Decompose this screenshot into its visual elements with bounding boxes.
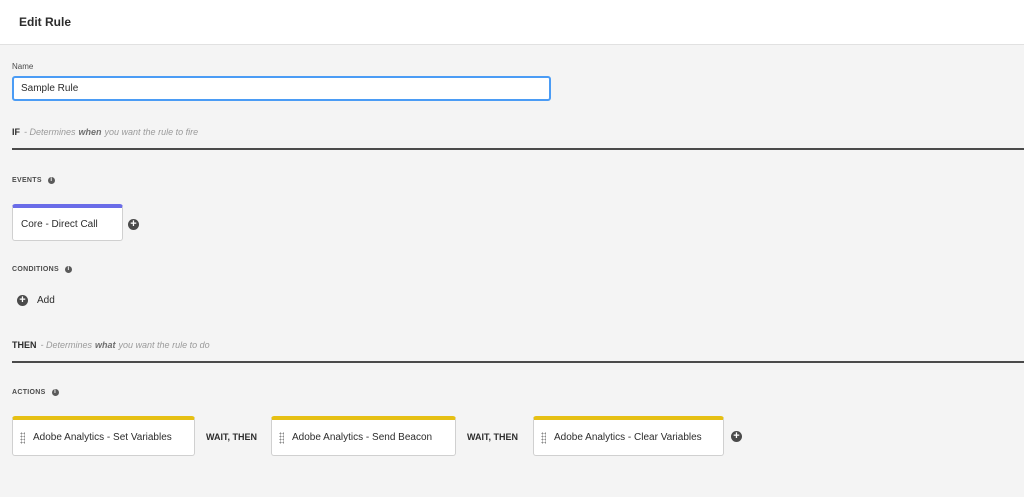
drag-handle-icon[interactable] [279, 431, 284, 444]
then-divider [12, 361, 1024, 363]
events-label: EVENTS i [12, 177, 55, 184]
conditions-label: CONDITIONS i [12, 266, 72, 273]
wait-then-separator: WAIT, THEN [467, 432, 518, 442]
actions-label-text: ACTIONS [12, 389, 46, 396]
action-card-send-beacon[interactable]: Adobe Analytics - Send Beacon [271, 416, 456, 456]
if-suffix: you want the rule to fire [104, 127, 199, 137]
if-divider [12, 148, 1024, 150]
event-card-core-direct-call[interactable]: Core - Direct Call [12, 204, 123, 241]
drag-handle-icon[interactable] [20, 431, 25, 444]
then-section-heading: THEN - Determines what you want the rule… [12, 340, 210, 350]
action-card-clear-variables[interactable]: Adobe Analytics - Clear Variables [533, 416, 724, 456]
info-icon[interactable]: i [51, 389, 59, 396]
conditions-label-text: CONDITIONS [12, 266, 59, 273]
add-condition-label: Add [37, 295, 55, 306]
add-event-plus-icon[interactable]: + [128, 219, 139, 230]
add-action-plus-icon[interactable]: + [731, 431, 742, 442]
events-label-text: EVENTS [12, 177, 42, 184]
then-prefix: - Determines [40, 340, 93, 350]
if-emphasis: when [78, 127, 102, 137]
action-card-set-variables[interactable]: Adobe Analytics - Set Variables [12, 416, 195, 456]
info-icon[interactable]: i [64, 266, 72, 273]
if-keyword: IF [12, 127, 20, 137]
then-keyword: THEN [12, 340, 37, 350]
event-card-label: Core - Direct Call [21, 218, 98, 230]
drag-handle-icon[interactable] [541, 431, 546, 444]
info-icon[interactable]: i [47, 177, 55, 184]
action-card-label: Adobe Analytics - Send Beacon [292, 432, 433, 443]
name-field-label: Name [12, 62, 34, 71]
if-prefix: - Determines [24, 127, 76, 137]
action-card-label: Adobe Analytics - Set Variables [33, 432, 172, 443]
wait-then-separator: WAIT, THEN [206, 432, 257, 442]
plus-circle-icon: + [17, 295, 28, 306]
if-section-heading: IF - Determines when you want the rule t… [12, 127, 198, 137]
add-condition-button[interactable]: + Add [17, 295, 55, 306]
page-title: Edit Rule [19, 15, 72, 29]
actions-label: ACTIONS i [12, 389, 59, 396]
rule-name-input[interactable] [12, 76, 551, 101]
action-card-label: Adobe Analytics - Clear Variables [554, 432, 702, 443]
then-emphasis: what [95, 340, 116, 350]
header-bar: Edit Rule [0, 0, 1024, 45]
then-suffix: you want the rule to do [118, 340, 210, 350]
